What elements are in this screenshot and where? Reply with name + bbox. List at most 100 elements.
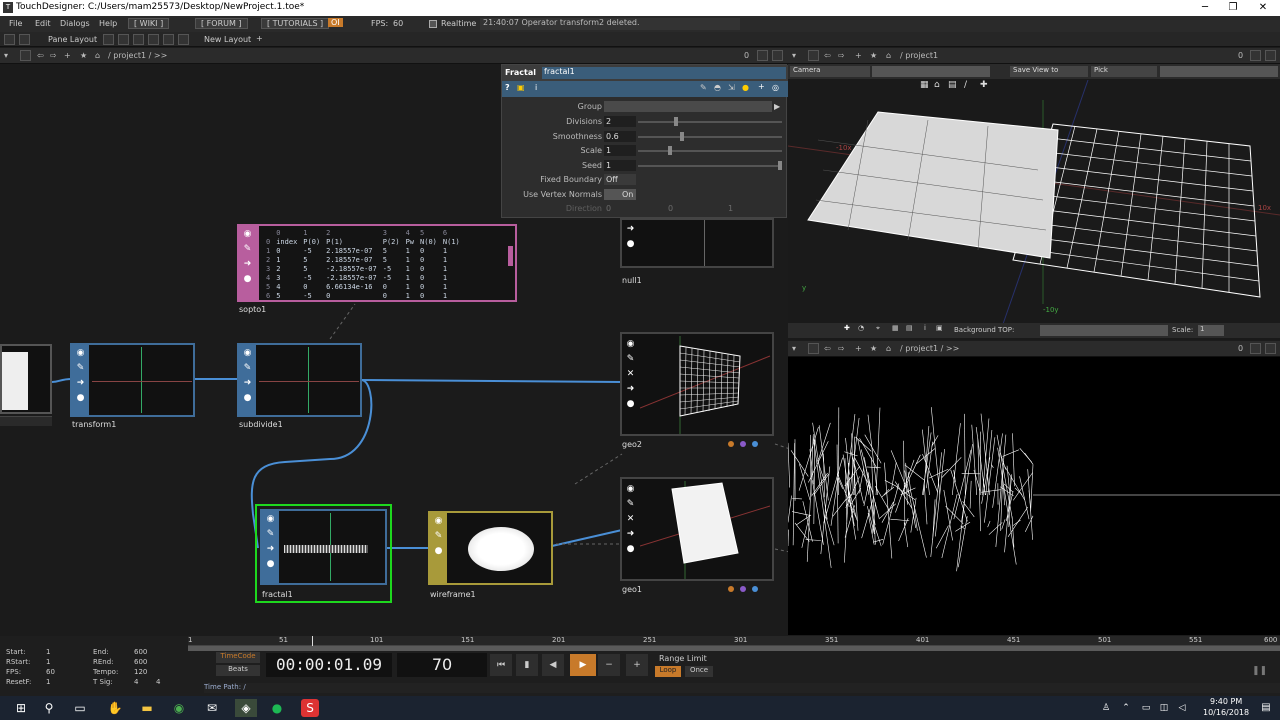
node-partial-left[interactable] <box>0 344 52 426</box>
viewer-icon[interactable]: ◉ <box>75 348 86 359</box>
once-button[interactable]: Once <box>685 666 713 677</box>
task-view-icon[interactable]: ▭ <box>71 699 89 717</box>
back-arrow-icon[interactable]: ⇦ <box>824 51 831 60</box>
divisions-slider[interactable] <box>638 117 782 126</box>
node-transform1[interactable]: ◉ ✎ ➜ ● transform1 <box>70 343 195 433</box>
seed-slider[interactable] <box>638 161 782 170</box>
play-forward-button[interactable]: ▶ <box>570 654 596 676</box>
tray-people-icon[interactable]: ♙ <box>1097 699 1115 717</box>
menu-edit[interactable]: Edit <box>35 19 51 28</box>
display-options-icon[interactable]: ▤ <box>906 324 913 332</box>
pick-dropdown[interactable]: Pick <box>1091 66 1157 77</box>
menu-help[interactable]: Help <box>99 19 117 28</box>
maximize-pane-icon[interactable] <box>757 50 768 61</box>
search-icon[interactable]: ⚲ <box>40 699 58 717</box>
stop-button[interactable]: ▮ <box>516 654 538 676</box>
minimize-button[interactable]: ─ <box>1190 0 1220 16</box>
direction-x-field[interactable]: 0 <box>604 203 634 214</box>
pane-menu-icon[interactable]: ▾ <box>792 344 796 353</box>
camera-tool-icon[interactable]: ◔ <box>858 324 864 332</box>
tsig2-field[interactable]: 4 <box>156 678 160 686</box>
table-scrollbar[interactable] <box>508 246 513 266</box>
tray-chevron-icon[interactable]: ⌃ <box>1117 699 1135 717</box>
tray-volume-icon[interactable]: ◁ <box>1173 699 1191 717</box>
node-fractal1[interactable]: ◉ ✎ ➜ ● fractal1 <box>255 504 392 604</box>
smoothness-slider[interactable] <box>638 132 782 141</box>
save-view-dropdown[interactable]: Save View to <box>1010 66 1088 77</box>
forum-button[interactable]: [ FORUM ] <box>195 18 248 29</box>
display-icon[interactable]: ➜ <box>625 224 636 235</box>
info-icon[interactable]: i <box>924 324 926 332</box>
lock-icon[interactable]: ● <box>242 393 253 404</box>
background-top-field[interactable] <box>1040 325 1168 336</box>
bypass-icon[interactable]: ✎ <box>265 529 276 540</box>
tray-network-icon[interactable]: ◫ <box>1155 699 1173 717</box>
pane-icon[interactable] <box>4 34 15 45</box>
bookmark-icon[interactable]: ★ <box>870 51 877 60</box>
oi-indicator[interactable]: OI <box>328 18 343 27</box>
home-icon[interactable]: ⌂ <box>886 344 891 353</box>
viewer-icon[interactable]: ◉ <box>265 514 276 525</box>
language-icon[interactable]: ● <box>742 83 749 92</box>
back-arrow-icon[interactable]: ⇦ <box>37 51 44 60</box>
layout-option-2[interactable] <box>118 34 129 45</box>
pause-icon[interactable]: ❚❚ <box>1252 666 1267 676</box>
add-icon[interactable]: + <box>64 51 71 60</box>
new-layout-label[interactable]: New Layout <box>204 35 251 44</box>
app-s-icon[interactable]: S <box>301 699 319 717</box>
layout-option-3[interactable] <box>133 34 144 45</box>
notification-icon[interactable]: ▤ <box>1257 699 1275 717</box>
seed-field[interactable]: 1 <box>604 160 636 171</box>
rewind-button[interactable]: ⏮ <box>490 654 512 676</box>
sopto-table[interactable]: 0123456 0 index P(0) P(1) P(2) Pw N(0) N(1) 10-… <box>263 228 463 300</box>
rend-field[interactable]: 600 <box>134 658 147 666</box>
add-param-icon[interactable]: + <box>758 82 765 91</box>
direction-y-field[interactable]: 0 <box>666 203 696 214</box>
pane-split-icon[interactable] <box>19 34 30 45</box>
mail-icon[interactable]: ✉ <box>203 699 221 717</box>
edit-icon[interactable]: ✎ <box>700 83 707 92</box>
layout-option-5[interactable] <box>163 34 174 45</box>
divisions-field[interactable]: 2 <box>604 116 636 127</box>
snapshot-icon[interactable]: ▣ <box>936 324 943 332</box>
home-icon[interactable]: ⌂ <box>886 51 891 60</box>
viewer-icon[interactable]: ◉ <box>433 516 444 527</box>
add-icon[interactable]: + <box>855 51 862 60</box>
forward-arrow-icon[interactable]: ⇨ <box>50 51 57 60</box>
settings-icon[interactable]: ◎ <box>772 83 779 92</box>
scale-field[interactable]: 1 <box>1198 325 1224 336</box>
maximize-pane-icon[interactable] <box>1250 50 1261 61</box>
group-field[interactable] <box>604 101 772 112</box>
render-viewer[interactable] <box>788 357 1280 635</box>
lock-icon[interactable]: ● <box>265 559 276 570</box>
camera-dropdown[interactable]: Camera <box>790 66 870 77</box>
file-explorer-icon[interactable]: ▬ <box>138 699 156 717</box>
touchdesigner-icon[interactable]: ◈ <box>235 699 257 717</box>
snap-icon[interactable]: ⌖ <box>876 324 880 333</box>
display-icon[interactable]: ➜ <box>625 529 636 540</box>
group-menu-arrow-icon[interactable]: ▶ <box>774 102 780 111</box>
menu-file[interactable]: File <box>9 19 22 28</box>
viewer-icon[interactable]: ◉ <box>625 339 636 350</box>
add-icon[interactable]: ✚ <box>844 324 850 332</box>
close-icon[interactable]: ✕ <box>625 369 636 380</box>
maximize-pane-icon[interactable] <box>1250 343 1261 354</box>
split-pane-icon[interactable] <box>772 50 783 61</box>
rstart-field[interactable]: 1 <box>46 658 50 666</box>
lock-icon[interactable]: ● <box>625 544 636 555</box>
bypass-icon[interactable]: ✎ <box>433 531 444 542</box>
lock-icon[interactable]: ● <box>75 393 86 404</box>
playhead[interactable] <box>312 636 313 646</box>
back-arrow-icon[interactable]: ⇦ <box>824 344 831 353</box>
node-sopto1[interactable]: ◉ ✎ ➜ ● 0123456 0 index P(0) P(1) P(2) Pw N(0)… <box>237 224 517 316</box>
time-ruler[interactable]: 1 51 101 151 201 251 301 351 401 451 501… <box>188 636 1280 646</box>
viewer-icon[interactable]: ◉ <box>242 348 253 359</box>
network-path[interactable]: / project1 / >> <box>108 51 167 60</box>
lock-icon[interactable]: ● <box>625 239 636 250</box>
time-display[interactable]: 00:00:01.09 <box>266 653 392 677</box>
info-icon[interactable]: i <box>535 83 537 92</box>
layout-option-1[interactable] <box>103 34 114 45</box>
grid-icon[interactable]: ▦ <box>892 324 899 332</box>
lock-icon[interactable]: ● <box>625 399 636 410</box>
display-icon[interactable]: ➜ <box>75 378 86 389</box>
